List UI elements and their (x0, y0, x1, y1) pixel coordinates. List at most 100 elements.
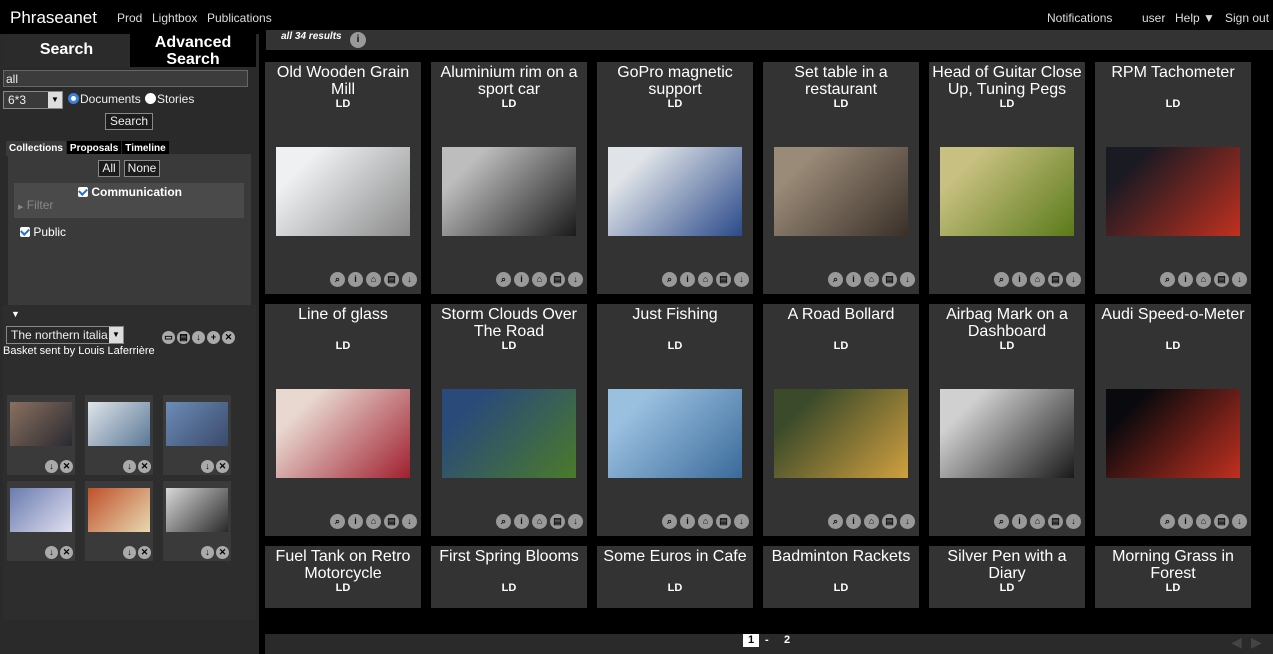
download-icon[interactable]: ↓ (123, 460, 136, 473)
select-all-button[interactable]: All (98, 160, 120, 177)
result-card[interactable]: Airbag Mark on a Dashboard LD ⌕ i ⌂ ▤ ↓ (929, 304, 1085, 536)
print-icon[interactable]: ▤ (550, 514, 565, 529)
zoom-icon[interactable]: ⌕ (662, 272, 677, 287)
basket-icon[interactable]: ⌂ (532, 272, 547, 287)
card-thumbnail[interactable] (774, 389, 908, 478)
download-icon[interactable]: ↓ (45, 460, 58, 473)
info-icon[interactable]: i (348, 272, 363, 287)
zoom-icon[interactable]: ⌕ (994, 514, 1009, 529)
download-icon[interactable]: ↓ (192, 331, 205, 344)
download-icon[interactable]: ↓ (568, 514, 583, 529)
result-card[interactable]: Badminton Rackets LD (763, 546, 919, 608)
collection-public[interactable]: Public (20, 225, 66, 239)
download-icon[interactable]: ↓ (568, 272, 583, 287)
zoom-icon[interactable]: ⌕ (1160, 272, 1175, 287)
result-card[interactable]: Line of glass LD ⌕ i ⌂ ▤ ↓ (265, 304, 421, 536)
radio-stories[interactable]: Stories (145, 92, 194, 106)
download-icon[interactable]: ↓ (900, 514, 915, 529)
download-icon[interactable]: ↓ (1232, 514, 1247, 529)
basket-item[interactable]: ↓ ✕ (163, 481, 231, 561)
result-card[interactable]: Audi Speed-o-Meter LD ⌕ i ⌂ ▤ ↓ (1095, 304, 1251, 536)
zoom-icon[interactable]: ⌕ (1160, 514, 1175, 529)
info-icon[interactable]: i (846, 514, 861, 529)
info-icon[interactable]: i (680, 272, 695, 287)
download-icon[interactable]: ↓ (402, 514, 417, 529)
close-icon[interactable]: ✕ (222, 331, 235, 344)
zoom-icon[interactable]: ⌕ (330, 272, 345, 287)
layout-select[interactable]: 6*3 ▼ (3, 91, 63, 109)
nav-prod[interactable]: Prod (117, 11, 142, 25)
close-icon[interactable]: ✕ (60, 546, 73, 559)
zoom-icon[interactable]: ⌕ (828, 514, 843, 529)
nav-notifications[interactable]: Notifications (1047, 11, 1112, 25)
close-icon[interactable]: ✕ (216, 460, 229, 473)
download-icon[interactable]: ↓ (201, 460, 214, 473)
nav-sign-out[interactable]: Sign out (1225, 11, 1269, 25)
download-icon[interactable]: ↓ (900, 272, 915, 287)
download-icon[interactable]: ↓ (734, 514, 749, 529)
result-card[interactable]: Fuel Tank on Retro Motorcycle LD (265, 546, 421, 608)
result-card[interactable]: Storm Clouds Over The Road LD ⌕ i ⌂ ▤ ↓ (431, 304, 587, 536)
zoom-icon[interactable]: ⌕ (496, 514, 511, 529)
download-icon[interactable]: ↓ (1066, 272, 1081, 287)
info-icon[interactable]: i (348, 514, 363, 529)
card-thumbnail[interactable] (608, 147, 742, 236)
info-icon[interactable]: i (514, 272, 529, 287)
basket-item[interactable]: ↓ ✕ (85, 395, 153, 475)
card-thumbnail[interactable] (1106, 147, 1240, 236)
print-icon[interactable]: ▤ (882, 272, 897, 287)
print-icon[interactable]: ▤ (882, 514, 897, 529)
print-icon[interactable]: ▤ (1048, 272, 1063, 287)
basket-item[interactable]: ↓ ✕ (163, 395, 231, 475)
download-icon[interactable]: ↓ (734, 272, 749, 287)
basket-item[interactable]: ↓ ✕ (7, 481, 75, 561)
card-thumbnail[interactable] (608, 389, 742, 478)
print-icon[interactable]: ▤ (177, 331, 190, 344)
collapse-icon[interactable]: ▼ (11, 309, 20, 319)
radio-documents[interactable]: Documents (68, 92, 141, 106)
print-icon[interactable]: ▤ (716, 514, 731, 529)
basket-icon[interactable]: ⌂ (366, 514, 381, 529)
print-icon[interactable]: ▤ (716, 272, 731, 287)
select-none-button[interactable]: None (124, 160, 160, 177)
next-arrow-icon[interactable]: ▶ (1251, 634, 1262, 651)
result-card[interactable]: Some Euros in Cafe LD (597, 546, 753, 608)
basket-item[interactable]: ↓ ✕ (7, 395, 75, 475)
result-card[interactable]: Aluminium rim on a sport car LD ⌕ i ⌂ ▤ ↓ (431, 62, 587, 294)
basket-icon[interactable]: ⌂ (532, 514, 547, 529)
zoom-icon[interactable]: ⌕ (828, 272, 843, 287)
info-icon[interactable]: i (846, 272, 861, 287)
zoom-icon[interactable]: ⌕ (330, 514, 345, 529)
card-thumbnail[interactable] (442, 389, 576, 478)
card-thumbnail[interactable] (276, 147, 410, 236)
info-icon[interactable]: i (514, 514, 529, 529)
search-button[interactable]: Search (105, 113, 153, 130)
download-icon[interactable]: ↓ (201, 546, 214, 559)
result-card[interactable]: Silver Pen with a Diary LD (929, 546, 1085, 608)
card-thumbnail[interactable] (940, 147, 1074, 236)
nav-publications[interactable]: Publications (207, 11, 272, 25)
download-icon[interactable]: ↓ (1232, 272, 1247, 287)
basket-icon[interactable]: ⌂ (1030, 514, 1045, 529)
card-thumbnail[interactable] (774, 147, 908, 236)
close-icon[interactable]: ✕ (60, 460, 73, 473)
result-card[interactable]: Just Fishing LD ⌕ i ⌂ ▤ ↓ (597, 304, 753, 536)
result-card[interactable]: Head of Guitar Close Up, Tuning Pegs LD ⌕ i… (929, 62, 1085, 294)
result-card[interactable]: GoPro magnetic support LD ⌕ i ⌂ ▤ ↓ (597, 62, 753, 294)
display-icon[interactable]: ▭ (162, 331, 175, 344)
result-card[interactable]: Morning Grass in Forest LD (1095, 546, 1251, 608)
page-1[interactable]: 1 (743, 634, 759, 647)
info-icon[interactable]: i (350, 32, 366, 48)
collection-communication[interactable]: Communication (78, 185, 182, 199)
add-icon[interactable]: + (207, 331, 220, 344)
result-card[interactable]: Old Wooden Grain Mill LD ⌕ i ⌂ ▤ ↓ (265, 62, 421, 294)
card-thumbnail[interactable] (1106, 389, 1240, 478)
card-thumbnail[interactable] (442, 147, 576, 236)
tab-advanced-search[interactable]: Advanced Search (130, 34, 256, 68)
info-icon[interactable]: i (1178, 514, 1193, 529)
search-input[interactable] (3, 70, 248, 87)
info-icon[interactable]: i (1012, 272, 1027, 287)
close-icon[interactable]: ✕ (138, 546, 151, 559)
close-icon[interactable]: ✕ (216, 546, 229, 559)
zoom-icon[interactable]: ⌕ (496, 272, 511, 287)
